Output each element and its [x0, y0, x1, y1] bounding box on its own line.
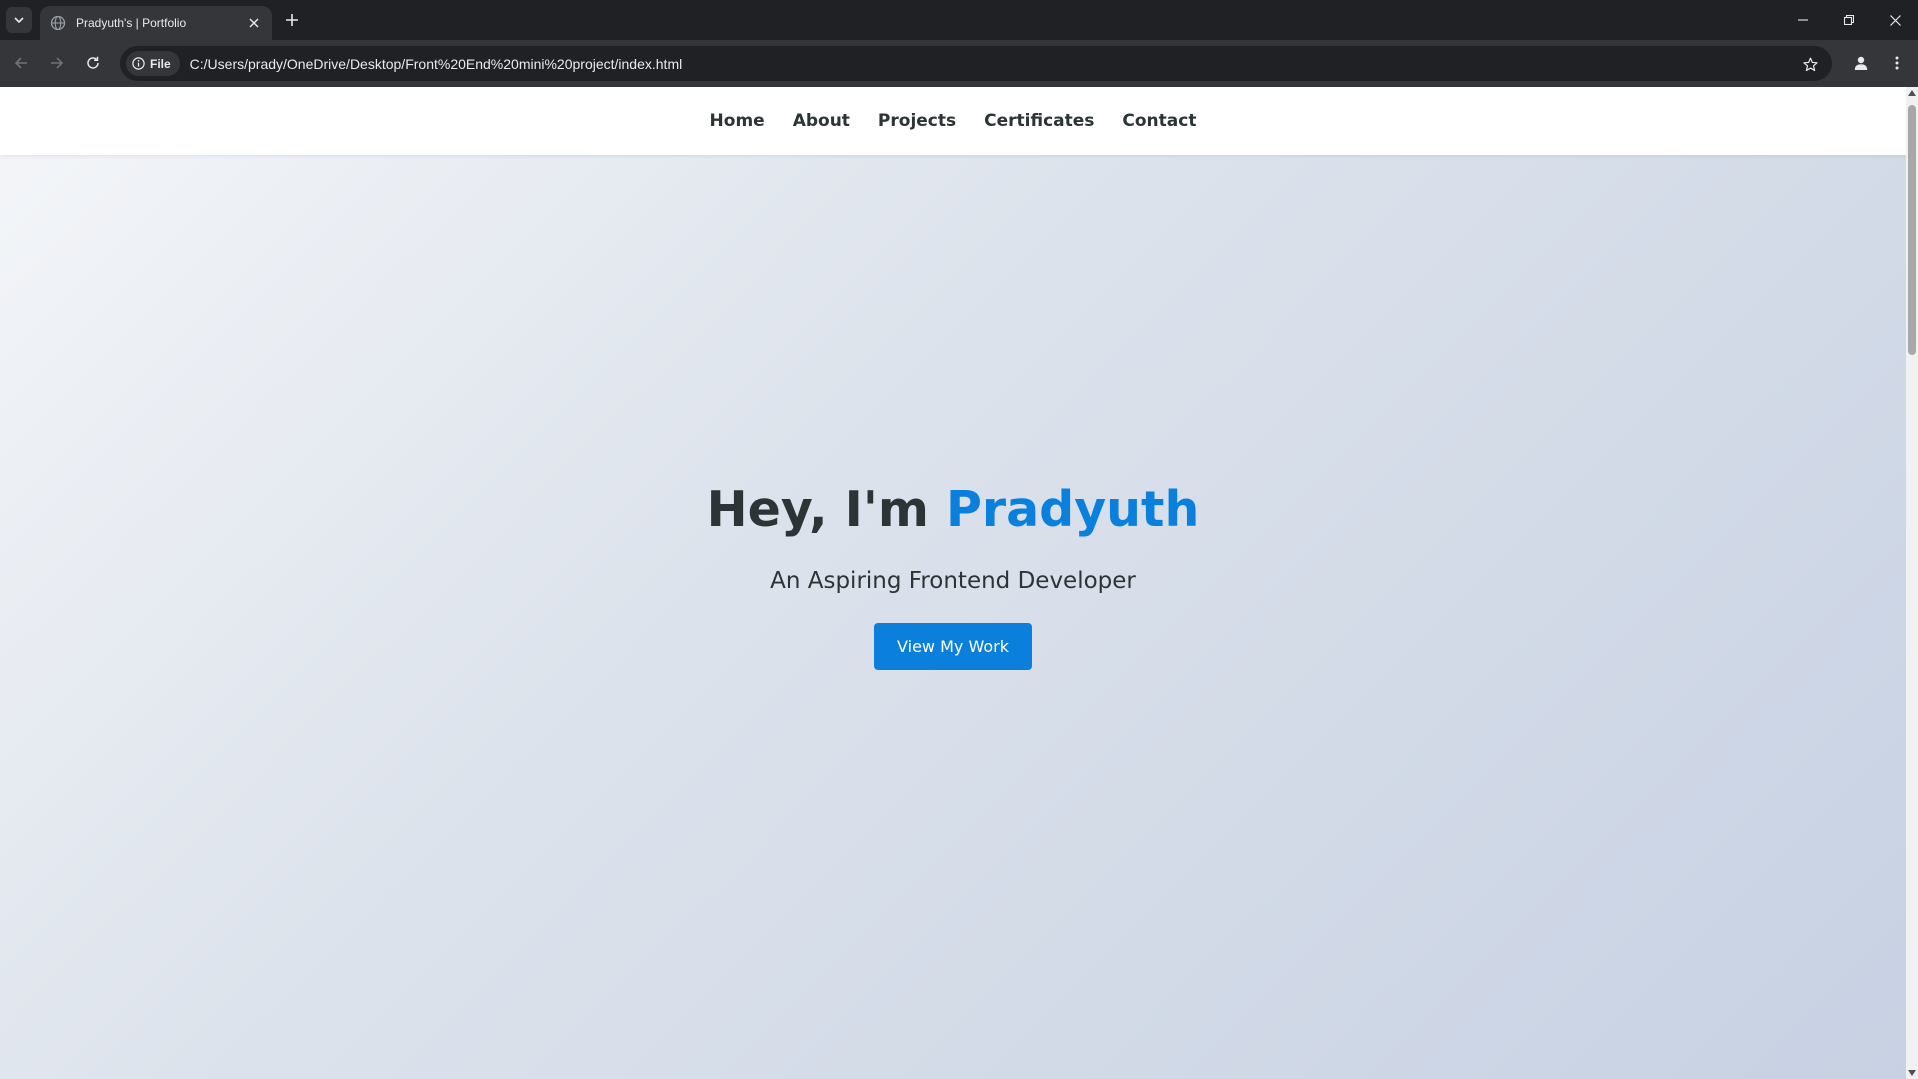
profile-button[interactable]	[1848, 50, 1874, 76]
nav-link-certificates[interactable]: Certificates	[970, 111, 1108, 131]
scroll-down-arrow[interactable]	[1908, 1069, 1916, 1077]
minimize-button[interactable]	[1780, 0, 1826, 40]
info-icon	[132, 57, 145, 70]
scroll-up-arrow[interactable]	[1908, 89, 1916, 97]
forward-button[interactable]	[44, 50, 70, 76]
browser-menu-button[interactable]	[1884, 50, 1910, 76]
new-tab-button[interactable]	[280, 8, 304, 32]
arrow-left-icon	[14, 57, 27, 69]
hero-name: Pradyuth	[946, 481, 1200, 538]
star-icon	[1802, 57, 1818, 71]
tab-search-button[interactable]	[6, 7, 32, 33]
restore-button[interactable]	[1826, 0, 1872, 40]
kebab-menu-icon	[1895, 56, 1899, 70]
hero-greeting: Hey, I'm	[706, 481, 947, 538]
arrow-right-icon	[51, 57, 64, 69]
nav-link-contact[interactable]: Contact	[1108, 111, 1210, 131]
tab-title: Pradyuth's | Portfolio	[76, 16, 187, 30]
url-text[interactable]: C:/Users/prady/OneDrive/Desktop/Front%20…	[190, 56, 683, 72]
nav-link-projects[interactable]: Projects	[864, 111, 970, 131]
plus-icon	[286, 14, 298, 26]
tab-strip: Pradyuth's | Portfolio	[0, 0, 1918, 40]
site-navbar: Home About Projects Certificates Contact	[0, 87, 1906, 155]
nav-link-about[interactable]: About	[779, 111, 864, 131]
close-icon	[249, 18, 259, 28]
browser-toolbar: File C:/Users/prady/OneDrive/Desktop/Fro…	[0, 40, 1918, 87]
page-viewport: Home About Projects Certificates Contact…	[0, 87, 1906, 1079]
hero-section: Hey, I'm Pradyuth An Aspiring Frontend D…	[0, 481, 1906, 670]
site-info-chip[interactable]: File	[126, 51, 180, 76]
site-info-label: File	[150, 56, 171, 71]
view-my-work-button[interactable]: View My Work	[874, 622, 1032, 670]
person-icon	[1854, 56, 1868, 70]
close-window-button[interactable]	[1872, 0, 1918, 40]
minimize-icon	[1798, 19, 1808, 21]
page-scrollbar[interactable]	[1906, 87, 1918, 1079]
close-icon	[1889, 14, 1901, 26]
bookmark-button[interactable]	[1798, 52, 1822, 76]
back-button[interactable]	[8, 50, 34, 76]
hero-heading: Hey, I'm Pradyuth	[0, 481, 1906, 540]
hero-subtitle: An Aspiring Frontend Developer	[770, 567, 1136, 594]
address-bar[interactable]: File C:/Users/prady/OneDrive/Desktop/Fro…	[120, 46, 1832, 81]
reload-button[interactable]	[80, 50, 106, 76]
scroll-thumb[interactable]	[1908, 105, 1916, 355]
nav-link-home[interactable]: Home	[696, 111, 779, 131]
reload-icon	[87, 56, 99, 69]
triangle-up-icon	[1908, 90, 1916, 96]
triangle-down-icon	[1908, 1070, 1916, 1076]
tab-close-button[interactable]	[246, 15, 262, 31]
globe-icon	[50, 15, 66, 31]
restore-icon	[1844, 15, 1854, 25]
browser-tab[interactable]: Pradyuth's | Portfolio	[40, 6, 272, 40]
chevron-down-icon	[14, 17, 24, 24]
